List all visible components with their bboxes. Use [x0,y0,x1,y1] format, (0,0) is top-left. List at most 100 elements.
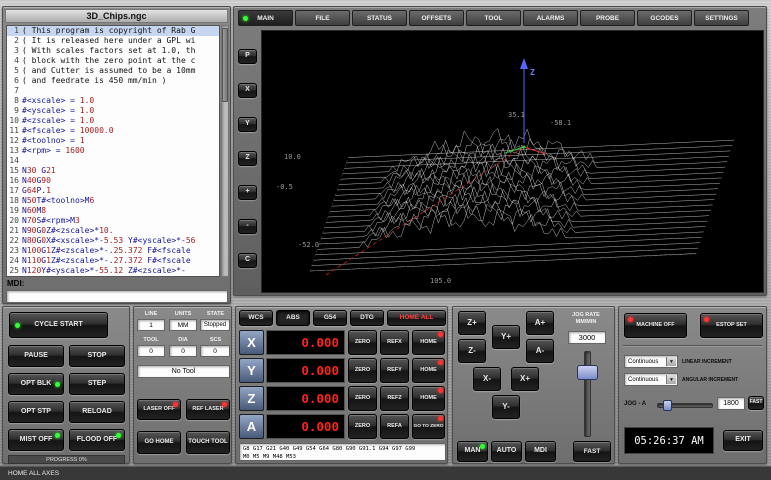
code-line[interactable]: 2( It is released here under a GPL wi [7,36,219,46]
cycle-start-button[interactable]: CYCLE START [9,312,108,338]
jog-a-minus-button[interactable]: A- [526,339,554,363]
view-perspective-button[interactable]: P [238,49,257,64]
code-line[interactable]: 19N60M8 [7,206,219,216]
flood-button[interactable]: FLOOD OFF [69,429,125,451]
code-line[interactable]: 4( block with the zero point at the c [7,56,219,66]
touch-tool-button[interactable]: TOUCH TOOL [186,431,230,454]
tab-settings[interactable]: SETTINGS [694,10,749,26]
code-line[interactable]: 11#<fscale> = 10000.0 [7,126,219,136]
ref-x-button[interactable]: REFX [380,330,409,355]
laser-off-button[interactable]: LASER OFF [137,399,181,420]
clear-plot-button[interactable]: C [238,253,257,268]
pause-button[interactable]: PAUSE [8,345,64,367]
code-line[interactable]: 1( This program is copyright of Rab G [7,26,219,36]
code-line[interactable]: 20N70S#<rpm>M3 [7,216,219,226]
code-line[interactable]: 9#<yscale> = 1.0 [7,106,219,116]
code-line[interactable]: 15N30 G21 [7,166,219,176]
mist-button[interactable]: MIST OFF [8,429,64,451]
code-line[interactable]: 25N120Y#<yscale>*-55.12 Z#<zscale>*- [7,266,219,276]
tab-file[interactable]: FILE [295,10,350,26]
code-line[interactable]: 22N80G0X#<xscale>*-5.53 Y#<yscale>*-56 [7,236,219,246]
ref-z-button[interactable]: REFZ [380,386,409,411]
tab-status[interactable]: STATUS [352,10,407,26]
jog-rate-label: JOG RATE [559,312,613,318]
home-all-button[interactable]: HOME ALL [387,310,446,326]
code-line[interactable]: 5( and Cutter is assumed to be a 10mm [7,66,219,76]
jog-y-plus-button[interactable]: Y+ [492,325,520,349]
code-line[interactable]: 16N40G90 [7,176,219,186]
jog-a-fast-button[interactable]: FAST [748,396,764,410]
ref-y-button[interactable]: REFY [380,358,409,383]
jog-rate-slider-track[interactable] [584,351,591,437]
stop-button[interactable]: STOP [69,345,125,367]
code-line[interactable]: 7 [7,86,219,96]
jog-x-plus-button[interactable]: X+ [511,367,539,391]
tab-gcodes[interactable]: GCODES [637,10,692,26]
estop-set-button[interactable]: ESTOP SET [700,313,763,338]
zoom-out-button[interactable]: - [238,219,257,234]
auto-mode-button[interactable]: AUTO [491,441,522,462]
tab-probe[interactable]: PROBE [580,10,635,26]
gcode-editor[interactable]: 1( This program is copyright of Rab G2( … [6,25,220,277]
optional-stop-button[interactable]: OPT STP [8,401,64,423]
zoom-in-button[interactable]: + [238,185,257,200]
reload-button[interactable]: RELOAD [69,401,125,423]
code-line[interactable]: 18N50T#<toolno>M6 [7,196,219,206]
code-line[interactable]: 17G64P.1 [7,186,219,196]
wcs-button[interactable]: WCS [239,310,273,326]
zero-y-button[interactable]: ZERO [348,358,377,383]
jog-rate-value[interactable]: 3000 [568,331,606,344]
zero-z-button[interactable]: ZERO [348,386,377,411]
jog-rate-slider-handle[interactable] [577,365,598,380]
view-x-button[interactable]: X [238,83,257,98]
view-z-button[interactable]: Z [238,151,257,166]
code-line[interactable]: 3( With scales factors set at 1.0, th [7,46,219,56]
ref-laser-button[interactable]: REF LASER [186,399,230,420]
abs-button[interactable]: ABS [276,310,310,326]
editor-scrollbar[interactable] [221,25,229,277]
code-line[interactable]: 6( and feedrate is 450 mm/min ) [7,76,219,86]
mdi-mode-button[interactable]: MDI [525,441,556,462]
tab-tool[interactable]: TOOL [466,10,521,26]
code-line[interactable]: 10#<zscale> = 1.0 [7,116,219,126]
jog-fast-button[interactable]: FAST [573,441,611,462]
jog-x-minus-button[interactable]: X- [473,367,501,391]
jog-z-plus-button[interactable]: Z+ [458,311,486,335]
code-line[interactable]: 21N90G0Z#<zscale>*10. [7,226,219,236]
optional-block-button[interactable]: OPT BLK [8,373,64,395]
exit-button[interactable]: EXIT [723,430,763,451]
code-line[interactable]: 12#<toolno> = 1 [7,136,219,146]
tab-main[interactable]: MAIN [238,10,293,26]
ref-a-button[interactable]: REFA [380,414,409,439]
home-y-button[interactable]: HOME [412,358,445,383]
code-line[interactable]: 8#<xscale> = 1.0 [7,96,219,106]
code-line[interactable]: 24N110G1Z#<zscale>*-.27.372 F#<fscale [7,256,219,266]
view-y-button[interactable]: Y [238,117,257,132]
zero-x-button[interactable]: ZERO [348,330,377,355]
g54-button[interactable]: G54 [313,310,347,326]
tab-alarms[interactable]: ALARMS [523,10,578,26]
jog-y-minus-button[interactable]: Y- [492,395,520,419]
toolpath-preview[interactable]: Z 10.0 -0.5 -52.0 105.0 -58.1 35.1 [261,30,764,293]
code-line[interactable]: 13#<rpm> = 1600 [7,146,219,156]
code-line[interactable]: 14 [7,156,219,166]
jog-a-slider-handle[interactable] [663,400,672,411]
jog-a-value[interactable]: 1800 [717,397,745,410]
goto-zero-button[interactable]: GO TO ZERO [412,414,445,439]
code-line[interactable]: 23N100G1Z#<zscale>*-.25.372 F#<fscale [7,246,219,256]
machine-off-button[interactable]: MACHINE OFF [624,313,687,338]
home-z-button[interactable]: HOME [412,386,445,411]
angular-increment-select[interactable]: Continuous [624,373,678,386]
tab-offsets[interactable]: OFFSETS [409,10,464,26]
jog-a-plus-button[interactable]: A+ [526,311,554,335]
dtg-button[interactable]: DTG [350,310,384,326]
editor-scrollbar-thumb[interactable] [222,28,228,102]
zero-a-button[interactable]: ZERO [348,414,377,439]
mdi-input[interactable] [6,290,228,303]
go-home-button[interactable]: GO HOME [137,431,181,454]
linear-increment-select[interactable]: Continuous [624,355,678,368]
man-mode-button[interactable]: MAN [457,441,488,462]
jog-z-minus-button[interactable]: Z- [458,339,486,363]
home-x-button[interactable]: HOME [412,330,445,355]
step-button[interactable]: STEP [69,373,125,395]
